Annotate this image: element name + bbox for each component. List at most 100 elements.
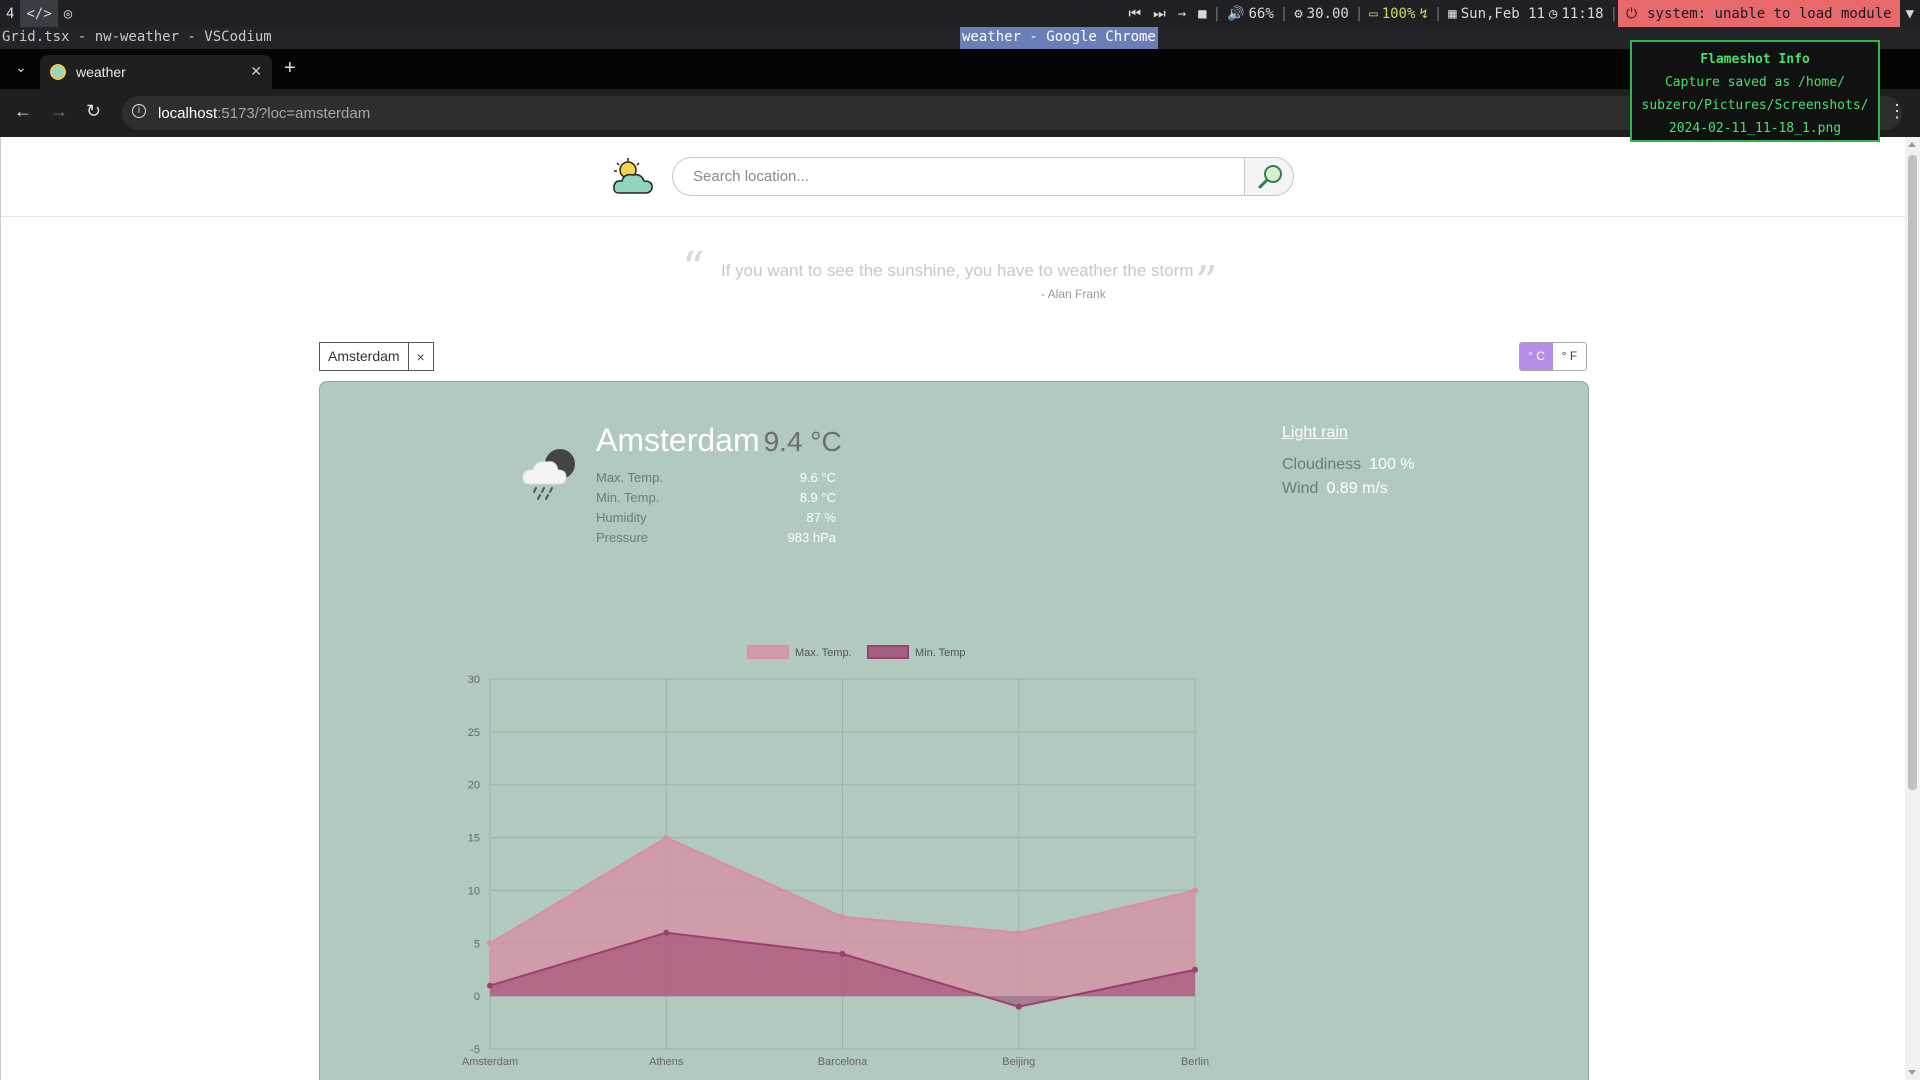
date-text: Sun,Feb 11 bbox=[1460, 5, 1546, 22]
unit-toggle: ° C ° F bbox=[1519, 342, 1587, 371]
notification-title: Flameshot Info bbox=[1700, 52, 1810, 67]
volume-icon: 🔊 bbox=[1227, 5, 1245, 22]
fahrenheit-button[interactable]: ° F bbox=[1553, 343, 1586, 370]
web-page: Search location... “ If you want to see … bbox=[0, 137, 1905, 1080]
media-prev-icon[interactable]: ⏮ bbox=[1123, 6, 1148, 22]
app-logo-icon[interactable] bbox=[611, 157, 655, 197]
reload-icon[interactable]: ↻ bbox=[86, 101, 101, 122]
data-point bbox=[839, 950, 846, 957]
clock-icon: ◷ bbox=[1549, 5, 1558, 22]
search-input[interactable]: Search location... bbox=[672, 157, 1244, 196]
y-tick-label: 15 bbox=[468, 833, 480, 845]
tray-arrow-icon[interactable]: ▼ bbox=[1900, 6, 1920, 22]
current-temp: 9.4 °C bbox=[763, 426, 842, 457]
error-module[interactable]: ⏻ system: unable to load module bbox=[1618, 0, 1900, 27]
stat-value: 8.9 °C bbox=[799, 490, 836, 505]
media-forward-icon[interactable]: → bbox=[1172, 6, 1192, 22]
data-point bbox=[663, 834, 670, 841]
quote-text: If you want to see the sunshine, you hav… bbox=[721, 261, 1194, 280]
forward-icon[interactable]: → bbox=[50, 101, 68, 122]
media-next-icon[interactable]: ⏭ bbox=[1147, 6, 1172, 22]
inactive-window-title[interactable]: Grid.tsx - nw-weather - VSCodium bbox=[2, 29, 272, 45]
legend-label: Max. Temp. bbox=[795, 647, 852, 659]
stat-value: 9.6 °C bbox=[799, 470, 836, 485]
weather-description-link[interactable]: Light rain bbox=[1282, 424, 1348, 442]
notification-line: Capture saved as /home/ bbox=[1664, 75, 1845, 90]
workspace-indicator[interactable]: 4 bbox=[0, 0, 20, 27]
data-point bbox=[487, 982, 493, 989]
stat-row-humidity: Humidity 87 % bbox=[596, 508, 836, 528]
cloudiness-row: Cloudiness 100 % bbox=[1282, 456, 1415, 474]
remove-location-icon[interactable]: × bbox=[409, 349, 433, 365]
rain-cloud-icon bbox=[522, 449, 575, 500]
code-icon[interactable]: </> bbox=[20, 0, 58, 27]
scrollbar-thumb[interactable] bbox=[1908, 155, 1917, 790]
x-tick-label: Barcelona bbox=[818, 1056, 868, 1068]
celsius-button[interactable]: ° C bbox=[1520, 343, 1553, 370]
page-scrollbar[interactable] bbox=[1905, 137, 1920, 1080]
scroll-down-icon[interactable] bbox=[1908, 1070, 1916, 1075]
tab-search-icon[interactable]: ⌄ bbox=[12, 59, 30, 77]
scroll-up-icon[interactable] bbox=[1908, 142, 1916, 147]
stat-value: 87 % bbox=[806, 510, 836, 525]
cpu-icon: ⚙ bbox=[1294, 5, 1303, 22]
back-icon[interactable]: ← bbox=[14, 101, 32, 122]
power-icon: ⏻ bbox=[1626, 5, 1638, 22]
legend-swatch bbox=[747, 645, 789, 659]
error-text: system: unable to load module bbox=[1647, 5, 1892, 22]
x-tick-label: Athens bbox=[649, 1056, 684, 1068]
battery-icon: ▭ bbox=[1369, 5, 1378, 22]
time-text: 11:18 bbox=[1561, 5, 1604, 22]
x-tick-label: Beijing bbox=[1002, 1056, 1035, 1068]
app-header: Search location... bbox=[1, 137, 1905, 217]
data-point bbox=[663, 929, 670, 936]
new-tab-icon[interactable]: + bbox=[284, 57, 296, 80]
url-host: localhost bbox=[158, 104, 218, 122]
city-name: Amsterdam bbox=[596, 422, 760, 458]
x-tick-label: Amsterdam bbox=[462, 1056, 518, 1068]
notification-line: 2024-02-11_11-18_1.png bbox=[1668, 121, 1842, 136]
volume-level[interactable]: 66% bbox=[1248, 6, 1273, 22]
active-window-title[interactable]: weather - Google Chrome bbox=[960, 27, 1158, 49]
search-button[interactable] bbox=[1244, 157, 1294, 196]
legend-swatch bbox=[867, 645, 909, 659]
data-point bbox=[1192, 966, 1198, 973]
y-tick-label: 0 bbox=[474, 991, 480, 1003]
location-chip: Amsterdam × bbox=[319, 342, 434, 371]
legend-label: Min. Temp bbox=[915, 647, 966, 659]
data-point bbox=[1015, 1003, 1022, 1010]
data-point bbox=[839, 913, 846, 920]
location-chip-label[interactable]: Amsterdam bbox=[320, 343, 409, 370]
site-info-icon[interactable]: i bbox=[132, 104, 146, 118]
temperature-chart: 30 25 20 15 10 5 0 -5Amsterdam Athens Barcelona Be… bbox=[462, 645, 1209, 1068]
x-tick-label: Berlin bbox=[1181, 1056, 1209, 1068]
y-tick-label: -5 bbox=[470, 1044, 480, 1056]
tab-title: weather bbox=[76, 64, 126, 80]
browser-tab[interactable]: weather ✕ bbox=[40, 55, 272, 89]
charging-icon: ↯ bbox=[1419, 5, 1428, 22]
wind-row: Wind 0.89 m/s bbox=[1282, 480, 1388, 498]
flameshot-notification[interactable]: Flameshot Info Capture saved as /home/ s… bbox=[1630, 40, 1880, 142]
y-tick-label: 25 bbox=[468, 727, 480, 739]
y-tick-label: 5 bbox=[474, 938, 480, 950]
y-tick-label: 30 bbox=[468, 674, 480, 686]
browser-menu-icon[interactable]: ⋮ bbox=[1888, 101, 1906, 122]
media-stop-icon[interactable]: ■ bbox=[1192, 6, 1212, 22]
close-quote-icon: ” bbox=[1195, 257, 1218, 308]
data-point bbox=[1192, 887, 1198, 894]
stat-row-pressure: Pressure 983 hPa bbox=[596, 528, 836, 548]
stat-label: Pressure bbox=[596, 530, 649, 545]
calendar-icon: ▦ bbox=[1448, 5, 1457, 22]
data-point bbox=[487, 940, 493, 947]
close-tab-icon[interactable]: ✕ bbox=[250, 63, 262, 80]
favicon-icon bbox=[50, 64, 66, 80]
quote-author: - Alan Frank bbox=[1041, 287, 1106, 301]
search-icon bbox=[1258, 165, 1282, 189]
weather-card: Amsterdam 9.4 °C Max. Temp. 9.6 °C Min. Te… bbox=[319, 381, 1589, 1080]
wind-label: Wind bbox=[1282, 480, 1319, 497]
stat-value: 983 hPa bbox=[787, 530, 836, 545]
globe-icon[interactable]: ◎ bbox=[58, 0, 78, 27]
notification-line: subzero/Pictures/Screenshots/ bbox=[1641, 98, 1869, 113]
wind-value: 0.89 m/s bbox=[1326, 480, 1388, 497]
stat-label: Humidity bbox=[596, 510, 647, 525]
